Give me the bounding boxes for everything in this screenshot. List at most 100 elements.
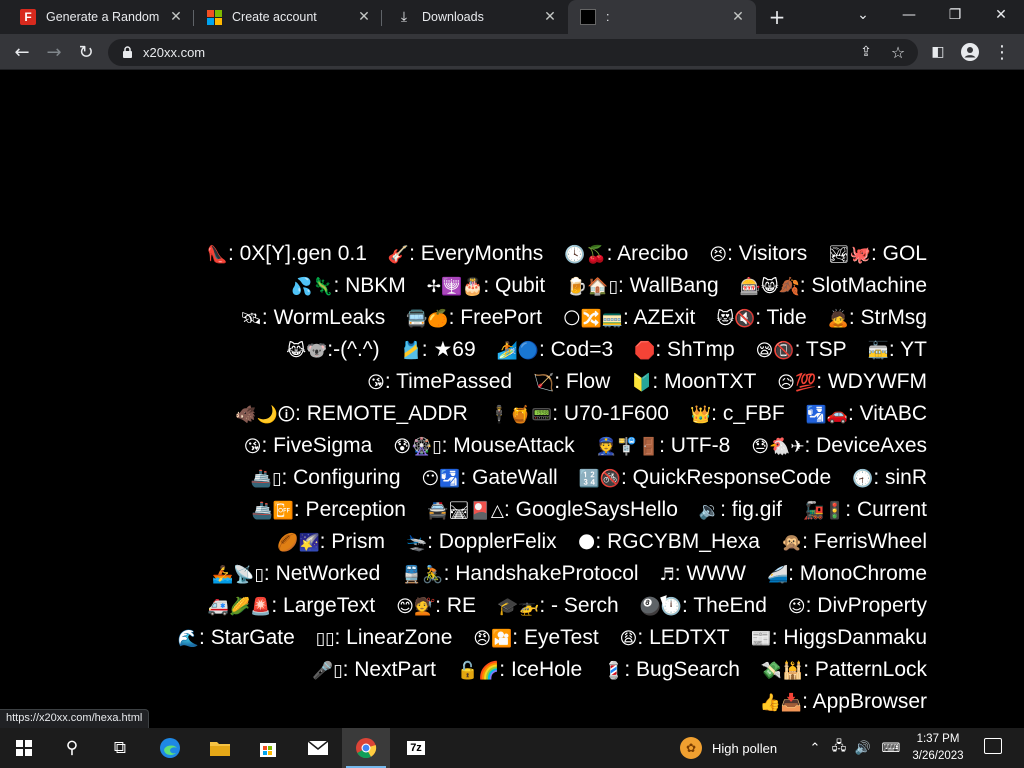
page-link[interactable]: 🏄🔵: Cod=3	[497, 334, 613, 367]
profile-icon[interactable]	[956, 38, 984, 66]
page-link[interactable]: 😘: TimePassed	[367, 366, 512, 399]
close-icon[interactable]: ✕	[730, 9, 746, 25]
page-link[interactable]: 🕴🍯📟: U70-1F600	[489, 398, 669, 431]
chevron-up-icon[interactable]: ⌃	[806, 728, 824, 768]
page-link[interactable]: 🚔🛤🎴△: GoogleSaysHello	[427, 494, 678, 527]
page-link[interactable]: 🚄: MonoChrome	[767, 558, 927, 591]
mail-icon[interactable]	[294, 728, 342, 768]
page-link[interactable]: ✢🕎🎂: Qubit	[427, 270, 545, 303]
page-link[interactable]: ♬: WWW	[660, 558, 746, 591]
page-link[interactable]: 👠: 0X[Y].gen 0.1	[207, 238, 367, 271]
tab-random-name[interactable]: F Generate a Random Na ✕	[8, 0, 194, 34]
share-icon[interactable]: ⇪	[852, 38, 880, 66]
page-link[interactable]: 👍📥: AppBrowser	[760, 686, 927, 719]
page-link[interactable]: 🚑🌽🚨: LargeText	[208, 590, 375, 623]
page-link[interactable]: 🌊: StarGate	[178, 622, 295, 655]
page-link[interactable]: 😥💯: WDYWFM	[777, 366, 927, 399]
page-link[interactable]: 🎱🕛: TheEnd	[640, 590, 767, 623]
forward-arrow-icon[interactable]: →	[40, 38, 68, 66]
page-link[interactable]: 🎓🚁: - Serch	[497, 590, 619, 623]
page-link[interactable]: ▯▯: LinearZone	[316, 622, 453, 655]
page-link[interactable]: 🚂🚦: Current	[803, 494, 927, 527]
page-link[interactable]: 🙇: StrMsg	[828, 302, 927, 335]
url-text[interactable]: x20xx.com	[143, 45, 205, 60]
close-icon[interactable]: ✕	[356, 9, 372, 25]
new-tab-button[interactable]: +	[764, 4, 790, 30]
page-link[interactable]: 🚢▯: Configuring	[251, 462, 401, 495]
network-icon[interactable]: 🖧	[828, 728, 850, 768]
page-link[interactable]: 😶🛂: GateWall	[422, 462, 558, 495]
page-link[interactable]: 🌑: RGCYBM_Hexa	[578, 526, 760, 559]
page-link[interactable]: 🔉: fig.gif	[699, 494, 782, 527]
search-icon[interactable]: ⚲	[48, 728, 96, 768]
page-link[interactable]: 🚢📴: Perception	[252, 494, 406, 527]
page-link[interactable]: 🍺🏠▯: WallBang	[566, 270, 718, 303]
reload-icon[interactable]: ↻	[72, 38, 100, 66]
page-link[interactable]: 🎸: EveryMonths	[388, 238, 543, 271]
page-link[interactable]: 🌕🔀🚃: AZExit	[563, 302, 695, 335]
page-link[interactable]: 📰: HiggsDanmaku	[751, 622, 927, 655]
page-link[interactable]: 🐗🌙🛈: REMOTE_ADDR	[235, 398, 467, 431]
page-link[interactable]: 🚋: YT	[868, 334, 927, 367]
start-icon[interactable]	[0, 728, 48, 768]
clock[interactable]: 1:37 PM 3/26/2023	[908, 731, 968, 765]
page-link[interactable]: 🔓🌈: IceHole	[457, 654, 582, 687]
page-link[interactable]: 😉: DivProperty	[788, 590, 927, 623]
page-link[interactable]: 🔢🚳: QuickResponseCode	[579, 462, 831, 495]
page-link[interactable]: 🕣: sinR	[852, 462, 927, 495]
minimize-icon[interactable]: —	[886, 0, 932, 30]
page-link[interactable]: 😰🎡▯: MouseAttack	[393, 430, 574, 463]
task-view-icon[interactable]: ⧉	[96, 728, 144, 768]
lock-icon[interactable]	[120, 46, 134, 60]
close-icon[interactable]: ✕	[168, 9, 184, 25]
page-link[interactable]: 🏉🌠: Prism	[277, 526, 385, 559]
weather-widget[interactable]: ✿ High pollen	[680, 728, 777, 768]
page-link[interactable]: 🏞🐙: GOL	[828, 238, 927, 271]
notification-icon[interactable]	[984, 738, 1002, 754]
page-link[interactable]: 🚍🍊: FreePort	[406, 302, 542, 335]
page-link[interactable]: 🛑: ShTmp	[634, 334, 735, 367]
bookmark-star-icon[interactable]: ☆	[884, 38, 912, 66]
page-link[interactable]: 💦🦎: NBKM	[291, 270, 406, 303]
chrome-icon[interactable]	[342, 728, 390, 768]
page-link[interactable]: 🛬: DopplerFelix	[406, 526, 557, 559]
address-bar[interactable]: x20xx.com	[108, 39, 918, 66]
page-link[interactable]: 🚣📡▯: NetWorked	[212, 558, 380, 591]
7zip-icon[interactable]: 7z	[392, 728, 440, 768]
page-link[interactable]: 👮🚏🚪: UTF-8	[596, 430, 731, 463]
page-link[interactable]: 🚆🚴: HandshakeProtocol	[401, 558, 638, 591]
store-icon[interactable]	[244, 728, 292, 768]
menu-kebab-icon[interactable]: ⋮	[988, 38, 1016, 66]
page-link[interactable]: 😊💇: RE	[396, 590, 476, 623]
page-link[interactable]: 😻🔇: Tide	[716, 302, 806, 335]
page-link[interactable]: 😹🐨:-(^.^)	[286, 334, 379, 367]
restore-icon[interactable]: ❐	[932, 0, 978, 30]
page-link[interactable]: 💸🕌: PatternLock	[761, 654, 927, 687]
page-link[interactable]: 🙊: FerrisWheel	[781, 526, 927, 559]
page-link[interactable]: 😘: FiveSigma	[244, 430, 373, 463]
page-link[interactable]: 🛂🚗: VitABC	[806, 398, 927, 431]
close-window-icon[interactable]: ✕	[978, 0, 1024, 30]
page-link[interactable]: 😩: LEDTXT	[620, 622, 730, 655]
page-link[interactable]: 🎽: ★69	[401, 334, 476, 367]
page-link[interactable]: 🕓🍒: Arecibo	[564, 238, 688, 271]
keyboard-icon[interactable]: ⌨	[878, 728, 904, 768]
page-link[interactable]: 🎰😸🍂: SlotMachine	[740, 270, 927, 303]
tab-search-icon[interactable]: ⌄	[840, 0, 886, 30]
page-link[interactable]: 😓🐔✈: DeviceAxes	[751, 430, 927, 463]
tab-create-account[interactable]: Create account ✕	[194, 0, 382, 34]
page-link[interactable]: 💈: BugSearch	[603, 654, 740, 687]
page-link[interactable]: 😪📵: TSP	[756, 334, 847, 367]
page-link[interactable]: 🏹: Flow	[533, 366, 610, 399]
page-link[interactable]: 🔰: MoonTXT	[631, 366, 756, 399]
close-icon[interactable]: ✕	[542, 9, 558, 25]
edge-icon[interactable]	[146, 728, 194, 768]
tab-active[interactable]: : ✕	[568, 0, 756, 34]
page-link[interactable]: 🛰: WormLeaks	[240, 302, 385, 335]
side-panel-icon[interactable]: ◧	[924, 38, 952, 66]
tab-downloads[interactable]: ⤓ Downloads ✕	[384, 0, 568, 34]
back-arrow-icon[interactable]: ←	[8, 38, 36, 66]
page-link[interactable]: 😣: Visitors	[709, 238, 807, 271]
volume-icon[interactable]: 🔊	[852, 728, 874, 768]
page-link[interactable]: 😠🎦: EyeTest	[473, 622, 598, 655]
